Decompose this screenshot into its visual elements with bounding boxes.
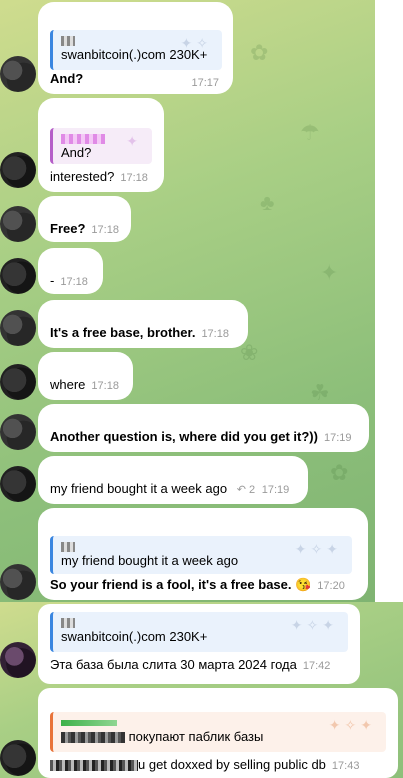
message-text: It's a free base, brother. (50, 325, 196, 340)
doodle-icon: ♣ (260, 190, 275, 215)
side-panel (375, 0, 403, 602)
pattern-icon: ✦✧✦ (294, 541, 342, 557)
doodle-icon: ✿ (250, 40, 269, 65)
message-time: 17:20 (317, 580, 345, 592)
doodle-icon: ☘ (310, 380, 330, 405)
message-bubble[interactable]: Another question is, where did you get i… (38, 404, 369, 452)
message-text: - (50, 273, 55, 288)
avatar[interactable] (0, 642, 36, 678)
avatar[interactable] (0, 56, 36, 92)
message-text: my friend bought it a week ago (50, 481, 228, 496)
pattern-icon: ✦✧✦ (290, 617, 338, 633)
message-redacted (50, 760, 138, 772)
message-text: Эта база была слита 30 марта 2024 года (50, 657, 297, 672)
message-time: 17:42 (302, 660, 331, 672)
message-text: And? (50, 71, 84, 86)
message-bubble[interactable]: my friend bought it a week ago ↶ 2 17:19 (38, 456, 308, 504)
doodle-icon: ✿ (330, 460, 349, 485)
avatar[interactable] (0, 258, 36, 294)
reply-quote[interactable]: swanbitcoin(.)com 230K+ ✦✧✦ (50, 612, 348, 652)
message-bubble[interactable]: my friend bought it a week ago ✦✧✦ So yo… (38, 508, 368, 600)
avatar[interactable] (0, 466, 36, 502)
avatar[interactable] (0, 310, 36, 346)
quote-text: swanbitcoin(.)com 230K+ (61, 629, 208, 644)
reply-quote[interactable]: покупают паблик базы ✦✧✦ (50, 712, 386, 752)
message-text: Free? (50, 221, 86, 236)
message-bubble[interactable]: Free? 17:18 (38, 196, 131, 242)
avatar[interactable] (0, 152, 36, 188)
message-text: where (50, 377, 86, 392)
avatar[interactable] (0, 364, 36, 400)
quote-text: my friend bought it a week ago (61, 553, 239, 568)
doodle-icon: ✦ (320, 260, 339, 285)
message-bubble[interactable]: where 17:18 (38, 352, 133, 400)
reply-quote[interactable]: swanbitcoin(.)com 230K+ ✦✧ (50, 30, 222, 70)
message-text: interested? (50, 169, 115, 184)
message-text-row: my friend bought it a week ago ↶ 2 17:19 (50, 480, 289, 499)
message-text: u get doxxed by selling public db (138, 757, 326, 772)
avatar[interactable] (0, 740, 36, 776)
message-bubble[interactable]: And? ✦ interested? 17:18 (38, 98, 164, 192)
pattern-icon: ✦✧ (180, 35, 212, 51)
message-time: 17:18 (120, 172, 148, 184)
message-bubble[interactable]: swanbitcoin(.)com 230K+ ✦✧ And? 17:17 (38, 2, 233, 94)
message-bubble[interactable]: покупают паблик базы ✦✧✦ u get doxxed by… (38, 688, 398, 778)
message-text-row: It's a free base, brother. 17:18 (50, 324, 229, 343)
message-text-row: where 17:18 (50, 376, 119, 395)
message-time: 17:43 (331, 760, 360, 772)
avatar[interactable] (0, 414, 36, 450)
message-text: So your friend is a fool, it's a free ba… (50, 577, 312, 592)
reply-count: 2 (248, 484, 256, 496)
pattern-icon: ✦✧✦ (328, 717, 376, 733)
message-time: 17:19 (323, 432, 352, 444)
message-bubble[interactable]: -17:18 (38, 248, 103, 294)
reply-quote[interactable]: And? ✦ (50, 128, 152, 164)
doodle-icon: ❀ (240, 340, 259, 365)
message-time: 17:18 (91, 224, 119, 236)
reply-quote[interactable]: my friend bought it a week ago ✦✧✦ (50, 536, 352, 574)
doodle-icon: ☂ (300, 120, 320, 145)
replies-icon[interactable]: ↶ 2 (237, 484, 255, 496)
message-text-row: Another question is, where did you get i… (50, 428, 351, 447)
avatar[interactable] (0, 564, 36, 600)
avatar[interactable] (0, 206, 36, 242)
message-text: Another question is, where did you get i… (50, 429, 318, 444)
message-text-row: Эта база была слита 30 марта 2024 года 17… (50, 656, 330, 675)
quote-text: покупают паблик базы (128, 729, 264, 744)
message-text-row: interested? 17:18 (50, 168, 148, 187)
message-time: 17:19 (261, 484, 290, 496)
message-time: 17:18 (60, 276, 88, 288)
message-bubble[interactable]: It's a free base, brother. 17:18 (38, 300, 248, 348)
message-text-row: -17:18 (50, 272, 88, 291)
pattern-icon: ✦ (126, 133, 142, 149)
message-text-row: u get doxxed by selling public db 17:43 (50, 756, 359, 775)
quote-redacted (61, 732, 125, 744)
message-time: 17:18 (201, 328, 229, 340)
message-text-row: And? (50, 70, 83, 88)
quote-text: And? (61, 145, 92, 160)
message-time: 17:17 (191, 77, 219, 89)
message-bubble[interactable]: swanbitcoin(.)com 230K+ ✦✧✦ Эта база был… (38, 604, 360, 684)
message-text-row: So your friend is a fool, it's a free ba… (50, 576, 345, 595)
message-time: 17:18 (91, 380, 119, 392)
message-text-row: Free? 17:18 (50, 220, 119, 239)
